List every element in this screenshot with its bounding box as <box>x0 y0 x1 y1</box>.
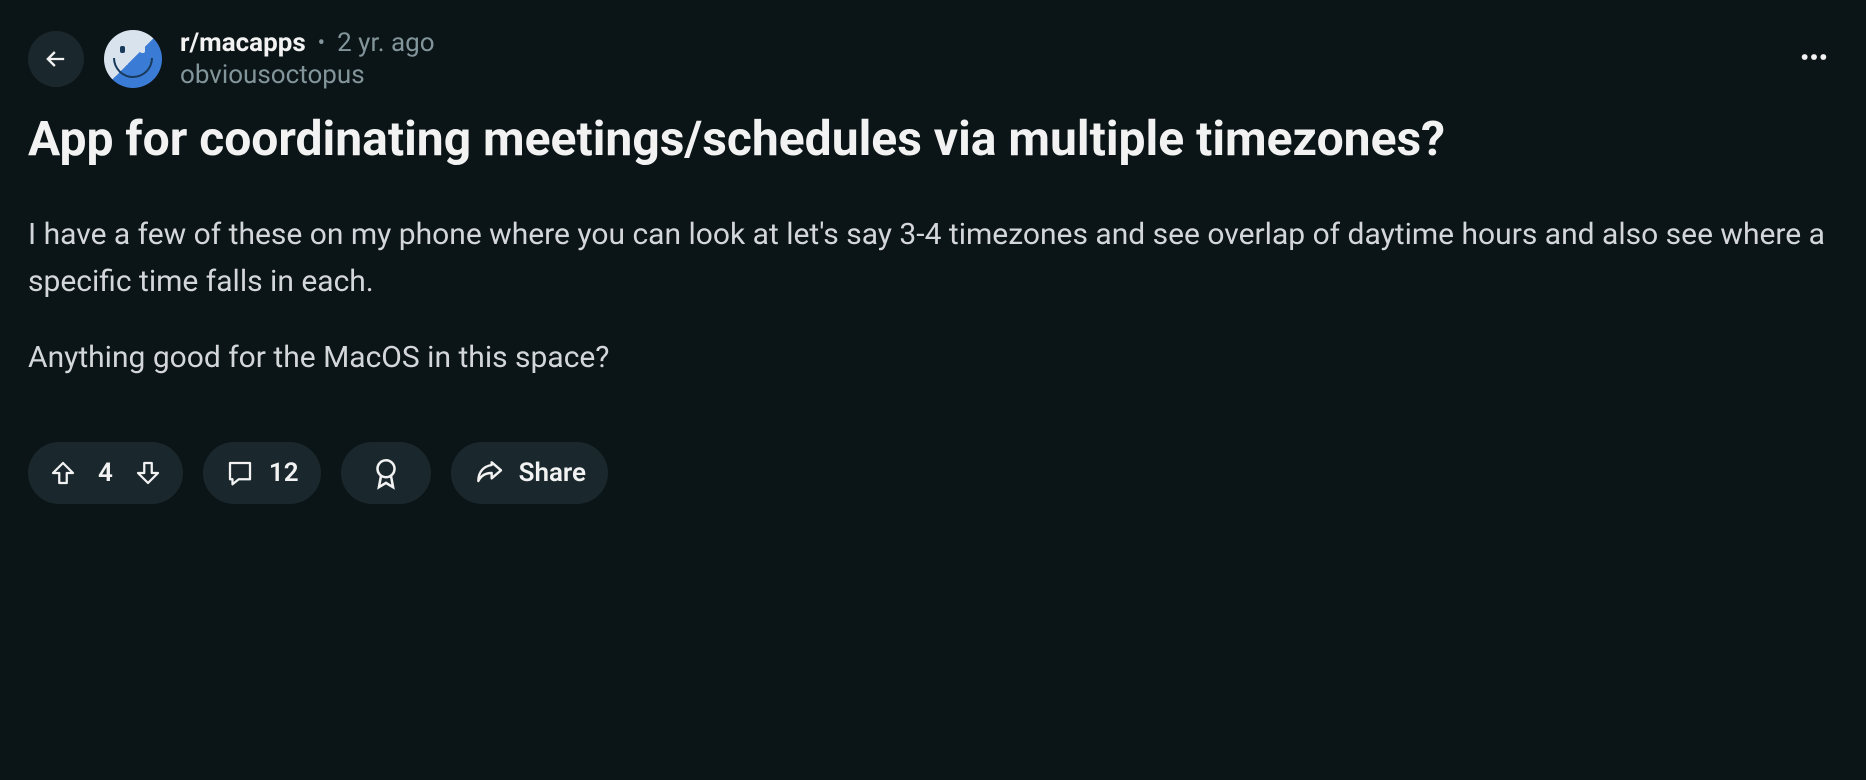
comment-icon <box>225 458 255 488</box>
back-button[interactable] <box>28 31 84 87</box>
comment-count: 12 <box>269 458 299 488</box>
arrow-up-icon <box>48 458 78 488</box>
upvote-button[interactable] <box>44 454 82 492</box>
award-button[interactable] <box>341 442 431 504</box>
more-horizontal-icon <box>1798 41 1830 73</box>
subreddit-link[interactable]: r/macapps <box>180 28 306 58</box>
meta-top-row: r/macapps • 2 yr. ago <box>180 28 435 58</box>
vote-count: 4 <box>92 458 119 488</box>
post-actions: 4 12 Share <box>28 442 1838 504</box>
post-meta: r/macapps • 2 yr. ago obviousoctopus <box>180 28 435 90</box>
meta-separator: • <box>318 31 325 56</box>
body-paragraph: Anything good for the MacOS in this spac… <box>28 335 1828 382</box>
more-options-button[interactable] <box>1790 33 1838 85</box>
post-body: I have a few of these on my phone where … <box>28 212 1828 382</box>
arrow-left-icon <box>42 45 70 73</box>
arrow-down-icon <box>133 458 163 488</box>
share-button[interactable]: Share <box>451 442 608 504</box>
vote-widget: 4 <box>28 442 183 504</box>
body-paragraph: I have a few of these on my phone where … <box>28 212 1828 305</box>
post-title: App for coordinating meetings/schedules … <box>28 108 1828 170</box>
downvote-button[interactable] <box>129 454 167 492</box>
comments-button[interactable]: 12 <box>203 442 321 504</box>
subreddit-avatar[interactable] <box>104 30 162 88</box>
post-timestamp: 2 yr. ago <box>337 28 435 58</box>
award-icon <box>369 456 403 490</box>
post-header: r/macapps • 2 yr. ago obviousoctopus <box>28 28 1838 90</box>
share-label: Share <box>519 458 586 488</box>
share-icon <box>473 457 505 489</box>
author-link[interactable]: obviousoctopus <box>180 60 435 90</box>
